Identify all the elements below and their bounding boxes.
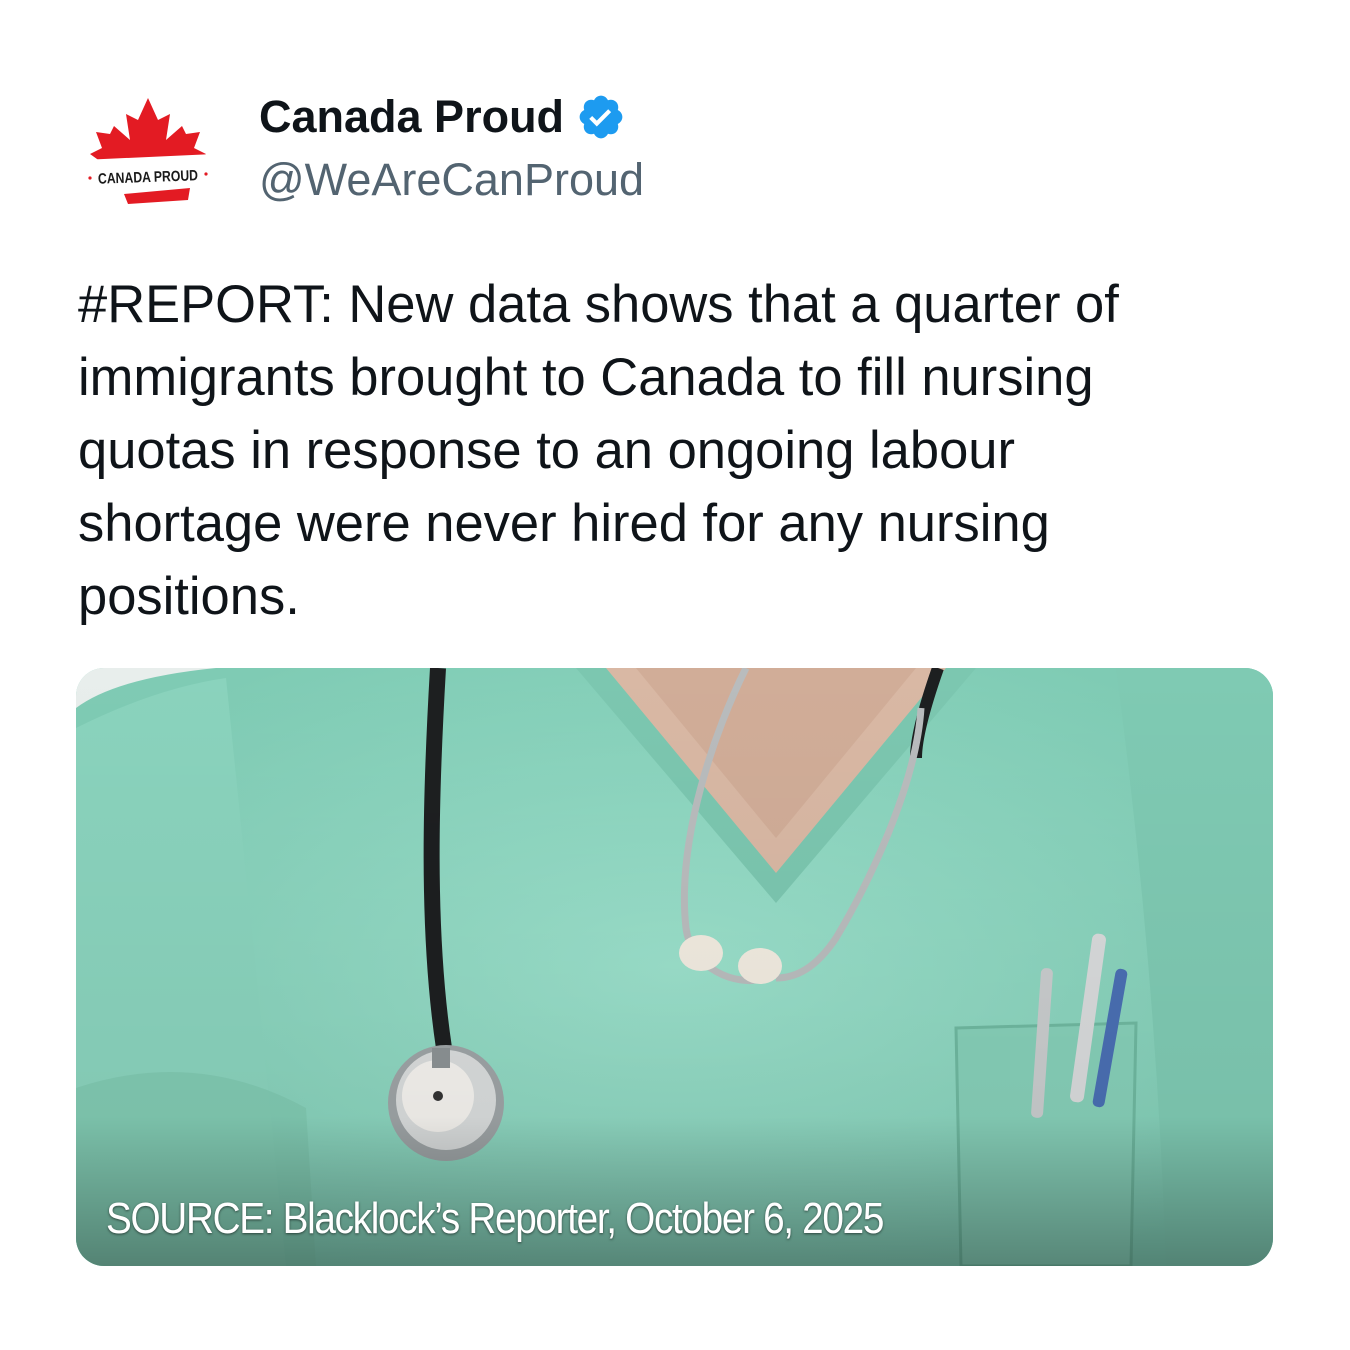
author-identity: Canada Proud @WeAreCanProud [259, 88, 644, 210]
post-header: CANADA PROUD Canada Proud @WeAreCanProud [78, 82, 1272, 222]
avatar[interactable]: CANADA PROUD [78, 82, 218, 222]
display-name[interactable]: Canada Proud [259, 88, 564, 146]
display-name-row: Canada Proud [259, 88, 644, 146]
post-text: #REPORT: New data shows that a quarter o… [78, 275, 1119, 626]
author-handle[interactable]: @WeAreCanProud [259, 150, 644, 210]
source-caption: SOURCE: Blacklock’s Reporter, October 6,… [106, 1194, 884, 1243]
post-card: CANADA PROUD Canada Proud @WeAreCanProud… [0, 0, 1350, 1350]
logo-text: CANADA PROUD [98, 167, 199, 187]
nurse-scrubs-photo [76, 668, 1273, 1266]
maple-leaf-logo-icon: CANADA PROUD [82, 98, 214, 204]
verified-badge-icon [579, 95, 623, 139]
post-media[interactable]: SOURCE: Blacklock’s Reporter, October 6,… [76, 668, 1273, 1266]
